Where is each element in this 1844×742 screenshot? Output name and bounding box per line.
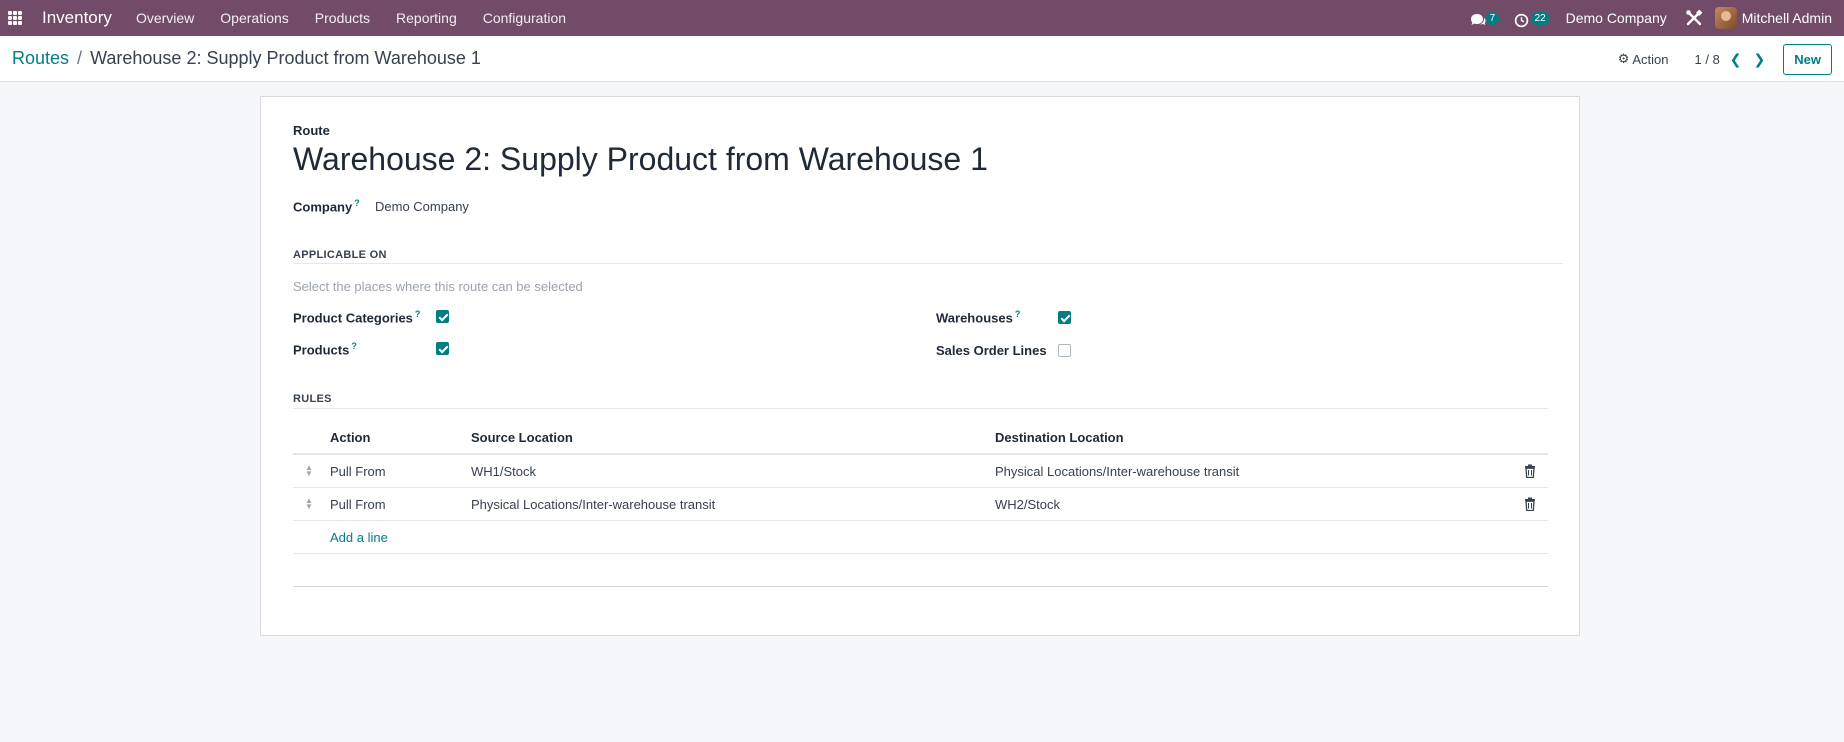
breadcrumb-separator: / [77, 48, 83, 68]
app-name[interactable]: Inventory [42, 8, 112, 28]
user-menu[interactable]: Mitchell Admin [1714, 7, 1832, 29]
gear-icon: ⚙ [1617, 51, 1630, 66]
user-avatar [1714, 7, 1737, 29]
company-label: Company? [293, 198, 360, 214]
rules-table: Action Source Location Destination Locat… [293, 419, 1548, 587]
activities-button[interactable]: 22 [1514, 9, 1554, 28]
sales-order-lines-label: Sales Order Lines [936, 343, 1047, 358]
table-row[interactable]: ▲ ▼ Pull From Physical Locations/Inter-wa… [293, 488, 1548, 521]
product-categories-label-text: Product Categories [293, 310, 413, 326]
company-label-text: Company [293, 199, 353, 215]
control-panel-actions: ⚙ Action 1 / 8 ❮ ❯ New [1618, 36, 1844, 82]
rule-source-location[interactable]: Physical Locations/Inter-warehouse trans… [471, 497, 715, 512]
messages-count-badge: 7 [1485, 12, 1500, 25]
help-tooltip-icon[interactable]: ? [351, 341, 357, 351]
empty-row [293, 554, 1548, 587]
help-tooltip-icon[interactable]: ? [354, 198, 360, 208]
products-label: Products? [293, 341, 357, 357]
table-row[interactable]: ▲ ▼ Pull From WH1/Stock Physical Location… [293, 455, 1548, 488]
rule-action[interactable]: Pull From [330, 497, 386, 512]
products-label-text: Products [293, 342, 350, 358]
apps-grid-icon[interactable] [8, 11, 22, 25]
rule-source-location[interactable]: WH1/Stock [471, 464, 536, 479]
trash-icon[interactable] [1524, 497, 1536, 511]
drag-handle-icon[interactable]: ▲ ▼ [305, 497, 313, 511]
table-header: Action Source Location Destination Locat… [293, 419, 1548, 455]
add-a-line-link[interactable]: Add a line [330, 530, 388, 545]
user-name: Mitchell Admin [1741, 10, 1832, 26]
action-label: Action [1632, 51, 1669, 67]
form-sheet: Route Warehouse 2: Supply Product from W… [260, 96, 1580, 636]
product-categories-checkbox[interactable] [436, 310, 449, 323]
menu-configuration[interactable]: Configuration [483, 10, 566, 26]
rule-action[interactable]: Pull From [330, 464, 386, 479]
control-panel: Routes / Warehouse 2: Supply Product fro… [0, 36, 1844, 82]
pager-value[interactable]: 1 / 8 [1695, 52, 1720, 67]
help-tooltip-icon[interactable]: ? [415, 309, 421, 319]
drag-handle-icon[interactable]: ▲ ▼ [305, 464, 313, 478]
action-menu-button[interactable]: ⚙ Action [1618, 51, 1669, 67]
rule-destination-location[interactable]: Physical Locations/Inter-warehouse trans… [995, 464, 1239, 479]
pager-previous-icon[interactable]: ❮ [1730, 51, 1742, 68]
rule-destination-location[interactable]: WH2/Stock [995, 497, 1060, 512]
top-navbar: Inventory Overview Operations Products R… [0, 0, 1844, 36]
column-header-action[interactable]: Action [330, 430, 370, 445]
company-field[interactable]: Demo Company [375, 199, 469, 214]
products-checkbox[interactable] [436, 342, 449, 355]
route-label: Route [293, 123, 330, 138]
warehouses-checkbox[interactable] [1058, 311, 1071, 324]
activities-count-badge: 22 [1530, 11, 1550, 25]
column-header-source-location[interactable]: Source Location [471, 430, 573, 445]
help-tooltip-icon[interactable]: ? [1015, 309, 1021, 319]
product-categories-label: Product Categories? [293, 309, 420, 325]
messages-button[interactable]: 7 [1468, 9, 1508, 27]
breadcrumb: Routes / Warehouse 2: Supply Product fro… [12, 48, 481, 69]
clock-icon [1514, 13, 1528, 27]
section-divider [293, 408, 1548, 409]
menu-operations[interactable]: Operations [220, 10, 288, 26]
route-name-field[interactable]: Warehouse 2: Supply Product from Warehou… [293, 141, 988, 178]
chat-icon [1470, 14, 1486, 25]
add-line-row: Add a line [293, 521, 1548, 554]
rules-title: RULES [293, 393, 332, 405]
debug-tools-icon[interactable] [1685, 9, 1703, 27]
trash-icon[interactable] [1524, 464, 1536, 478]
breadcrumb-current: Warehouse 2: Supply Product from Warehou… [90, 48, 481, 68]
warehouses-label-text: Warehouses [936, 310, 1013, 326]
applicable-on-title: APPLICABLE ON [293, 249, 387, 261]
breadcrumb-routes-link[interactable]: Routes [12, 48, 69, 69]
column-header-destination-location[interactable]: Destination Location [995, 430, 1124, 445]
menu-reporting[interactable]: Reporting [396, 10, 457, 26]
menu-overview[interactable]: Overview [136, 10, 194, 26]
navbar-systray: 7 22 Demo Company Mitchell Admin [1468, 0, 1844, 36]
new-button[interactable]: New [1783, 43, 1832, 75]
section-divider [293, 263, 1563, 264]
warehouses-label: Warehouses? [936, 309, 1020, 325]
sales-order-lines-checkbox[interactable] [1058, 344, 1071, 357]
pager-next-icon[interactable]: ❯ [1754, 51, 1766, 68]
applicable-on-hint: Select the places where this route can b… [293, 279, 583, 294]
menu-products[interactable]: Products [315, 10, 370, 26]
company-switcher[interactable]: Demo Company [1566, 10, 1667, 26]
